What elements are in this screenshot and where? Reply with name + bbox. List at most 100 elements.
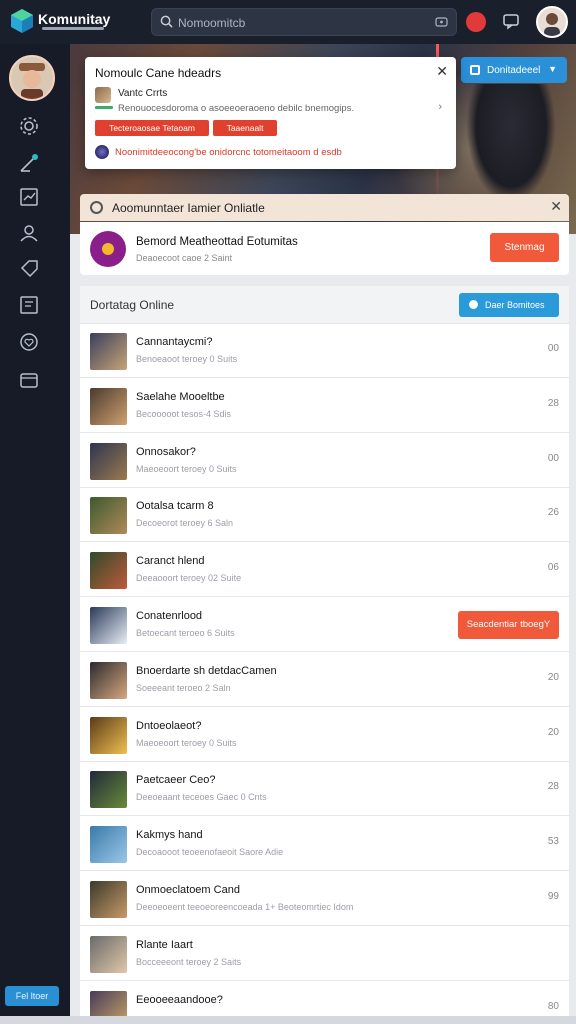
sidebar-action-button[interactable]: Fel ltoer: [5, 986, 59, 1006]
app-logo-icon[interactable]: [10, 8, 34, 34]
panel-header: Dortatag Online Daer Bomitoes: [80, 286, 569, 324]
notification-item-title[interactable]: Vantc Crrts: [118, 88, 167, 99]
game-thumbnail: [90, 771, 127, 809]
list-item-title[interactable]: Dntoeolaeot?: [136, 720, 201, 732]
list-item[interactable]: Rlante Iaart Bocceeeont teroey 2 Saits: [80, 927, 569, 981]
notification-item-desc: Renouocesdoroma o asoeeoeraoeno debilc b…: [118, 103, 355, 114]
list-item-count: 06: [547, 562, 559, 574]
list-item-subtitle: Maeoeoort teroey 0 Suits: [136, 737, 237, 748]
close-icon[interactable]: ✕: [550, 198, 562, 215]
list-item-title[interactable]: Paetcaeer Ceo?: [136, 774, 216, 786]
info-icon: [90, 201, 103, 214]
list-item-title[interactable]: Rlante Iaart: [136, 939, 193, 951]
list-item-subtitle: Becooooot tesos-4 Sdis: [136, 408, 232, 419]
chart-icon[interactable]: [18, 186, 40, 208]
keyboard-icon[interactable]: [435, 16, 448, 27]
panel-action-button[interactable]: Daer Bomitoes: [459, 293, 559, 317]
close-icon[interactable]: ✕: [436, 63, 448, 80]
list-item-action-button[interactable]: Seacdentiar tboegY: [458, 611, 559, 639]
list-item-subtitle: Deeoeoeent teeoeoreencoeada 1+ Beoteomrt…: [136, 902, 354, 912]
list-item-subtitle: Betoecant teroeo 6 Suits: [136, 628, 235, 638]
plus-icon: [469, 300, 478, 309]
list-item[interactable]: Caranct hlend Deeaooort teroey 02 Suite 06: [80, 543, 569, 598]
list-item-title[interactable]: Cannantaycmi?: [136, 336, 212, 348]
notification-warning[interactable]: Noonimitdeeocong'be onidorcnc totomeitao…: [115, 147, 342, 158]
game-thumbnail: [90, 333, 127, 370]
featured-join-button[interactable]: Stenmag: [490, 233, 559, 262]
list-item-count: 28: [547, 397, 559, 409]
heart-icon[interactable]: [18, 331, 40, 353]
sidebar: Fel ltoer: [0, 44, 70, 1024]
notification-tag[interactable]: Taaenaalt: [213, 120, 277, 136]
list-item[interactable]: Paetcaeer Ceo? Deeoeaant teceoes Gaec 0 C…: [80, 762, 569, 817]
tag-icon[interactable]: [18, 258, 40, 280]
notification-icon[interactable]: [466, 12, 486, 32]
announcement-text: Aoomunntaer Iamier Onliatle: [112, 201, 265, 215]
list-item-title[interactable]: Saelahe Mooeltbe: [136, 391, 225, 403]
list-item-count: 00: [547, 452, 559, 464]
game-thumbnail: [90, 607, 127, 644]
user-icon[interactable]: [18, 222, 40, 244]
list-item-title[interactable]: Onmoeclatoem Cand: [136, 884, 240, 896]
list-item-title[interactable]: Onnosakor?: [136, 446, 196, 458]
notification-tag[interactable]: Tecteroaosae Tetaoam: [95, 120, 209, 136]
game-thumbnail: [90, 387, 127, 425]
pen-icon[interactable]: [18, 152, 40, 174]
list-item-count: 99: [547, 891, 559, 902]
list-icon[interactable]: [18, 294, 40, 316]
gear-icon[interactable]: [18, 115, 40, 137]
box-icon[interactable]: [18, 368, 40, 390]
panel-title: Dortatag Online: [90, 298, 175, 312]
notifications-popup: Nomoulc Cane hdeadrs ✕ Vantc Crrts Renou…: [85, 57, 456, 169]
chat-icon[interactable]: [502, 12, 520, 30]
list-item-count: 00: [547, 343, 559, 354]
list-item[interactable]: Cannantaycmi? Benoeaoot teroey 0 Suits 00: [80, 324, 569, 378]
list-item[interactable]: Dntoeolaeot? Maeoeoort teroey 0 Suits 20: [80, 708, 569, 762]
list-item[interactable]: Onnosakor? Maeoeoort teroey 0 Suits 00: [80, 434, 569, 488]
list-item[interactable]: Conatenrlood Betoecant teroeo 6 Suits Seac…: [80, 598, 569, 652]
list-item[interactable]: Kakmys hand Decoaooot teoeenofaeoit Saore…: [80, 817, 569, 872]
list-item-title[interactable]: Kakmys hand: [136, 829, 203, 841]
progress-bar: [95, 106, 113, 109]
popup-title: Nomoulc Cane hdeadrs: [95, 66, 222, 80]
panel-action-label: Daer Bomitoes: [485, 300, 545, 310]
list-item-title[interactable]: Bnoerdarte sh detdacCamen: [136, 665, 277, 677]
list-item[interactable]: Bnoerdarte sh detdacCamen Soeeeant teroeo…: [80, 653, 569, 707]
list-item-title[interactable]: Eeooeeaandooe?: [136, 994, 223, 1006]
list-item-title[interactable]: Ootalsa tcarm 8: [136, 500, 214, 512]
featured-community-card: Bemord Meatheottad Eotumitas Deaoecoot c…: [80, 222, 569, 275]
list-item-title[interactable]: Caranct hlend: [136, 555, 205, 567]
game-thumbnail: [90, 881, 127, 918]
warning-icon: [95, 145, 109, 159]
announcement-bar: Aoomunntaer Iamier Onliatle ✕: [80, 194, 569, 221]
featured-name[interactable]: Bemord Meatheottad Eotumitas: [136, 236, 298, 248]
search-box[interactable]: [151, 8, 457, 36]
list-item[interactable]: Ootalsa tcarm 8 Decoeorot teroey 6 Saln 26: [80, 488, 569, 543]
game-thumbnail: [90, 552, 127, 590]
search-input[interactable]: [178, 13, 428, 33]
list-item-subtitle: Maeoeoort teroey 0 Suits: [136, 463, 237, 474]
top-bar: Komunitay: [0, 0, 576, 44]
bottom-scrollbar[interactable]: [0, 1016, 576, 1024]
list-item[interactable]: Saelahe Mooeltbe Becooooot tesos-4 Sdis 28: [80, 379, 569, 433]
dashboard-dropdown-button[interactable]: Donitadeeel ▼: [461, 57, 567, 83]
list-item[interactable]: Onmoeclatoem Cand Deeoeoeent teeoeoreenco…: [80, 872, 569, 926]
list-item-subtitle: Deeaooort teroey 02 Suite: [136, 573, 242, 584]
list-item-count: 20: [547, 726, 559, 738]
chevron-right-icon[interactable]: ›: [438, 101, 442, 113]
list-item-subtitle: Bocceeeont teroey 2 Saits: [136, 956, 242, 967]
featured-subtitle: Deaoecoot caoe 2 Saint: [136, 253, 233, 263]
hero-character-image: [466, 84, 556, 204]
list-item-count: 53: [547, 836, 559, 848]
dropdown-label: Donitadeeel: [487, 65, 541, 76]
search-icon: [160, 15, 173, 28]
list-item-count: 26: [547, 507, 559, 519]
user-avatar[interactable]: [536, 6, 568, 38]
list-item-title[interactable]: Conatenrlood: [136, 610, 202, 622]
list-item-count: 28: [547, 781, 559, 793]
list-item-subtitle: Decoeorot teroey 6 Saln: [136, 518, 234, 529]
dashboard-icon: [470, 65, 480, 75]
game-thumbnail: [90, 716, 127, 754]
list-item-subtitle: Deeoeaant teceoes Gaec 0 Cnts: [136, 792, 267, 803]
profile-avatar[interactable]: [9, 55, 55, 101]
